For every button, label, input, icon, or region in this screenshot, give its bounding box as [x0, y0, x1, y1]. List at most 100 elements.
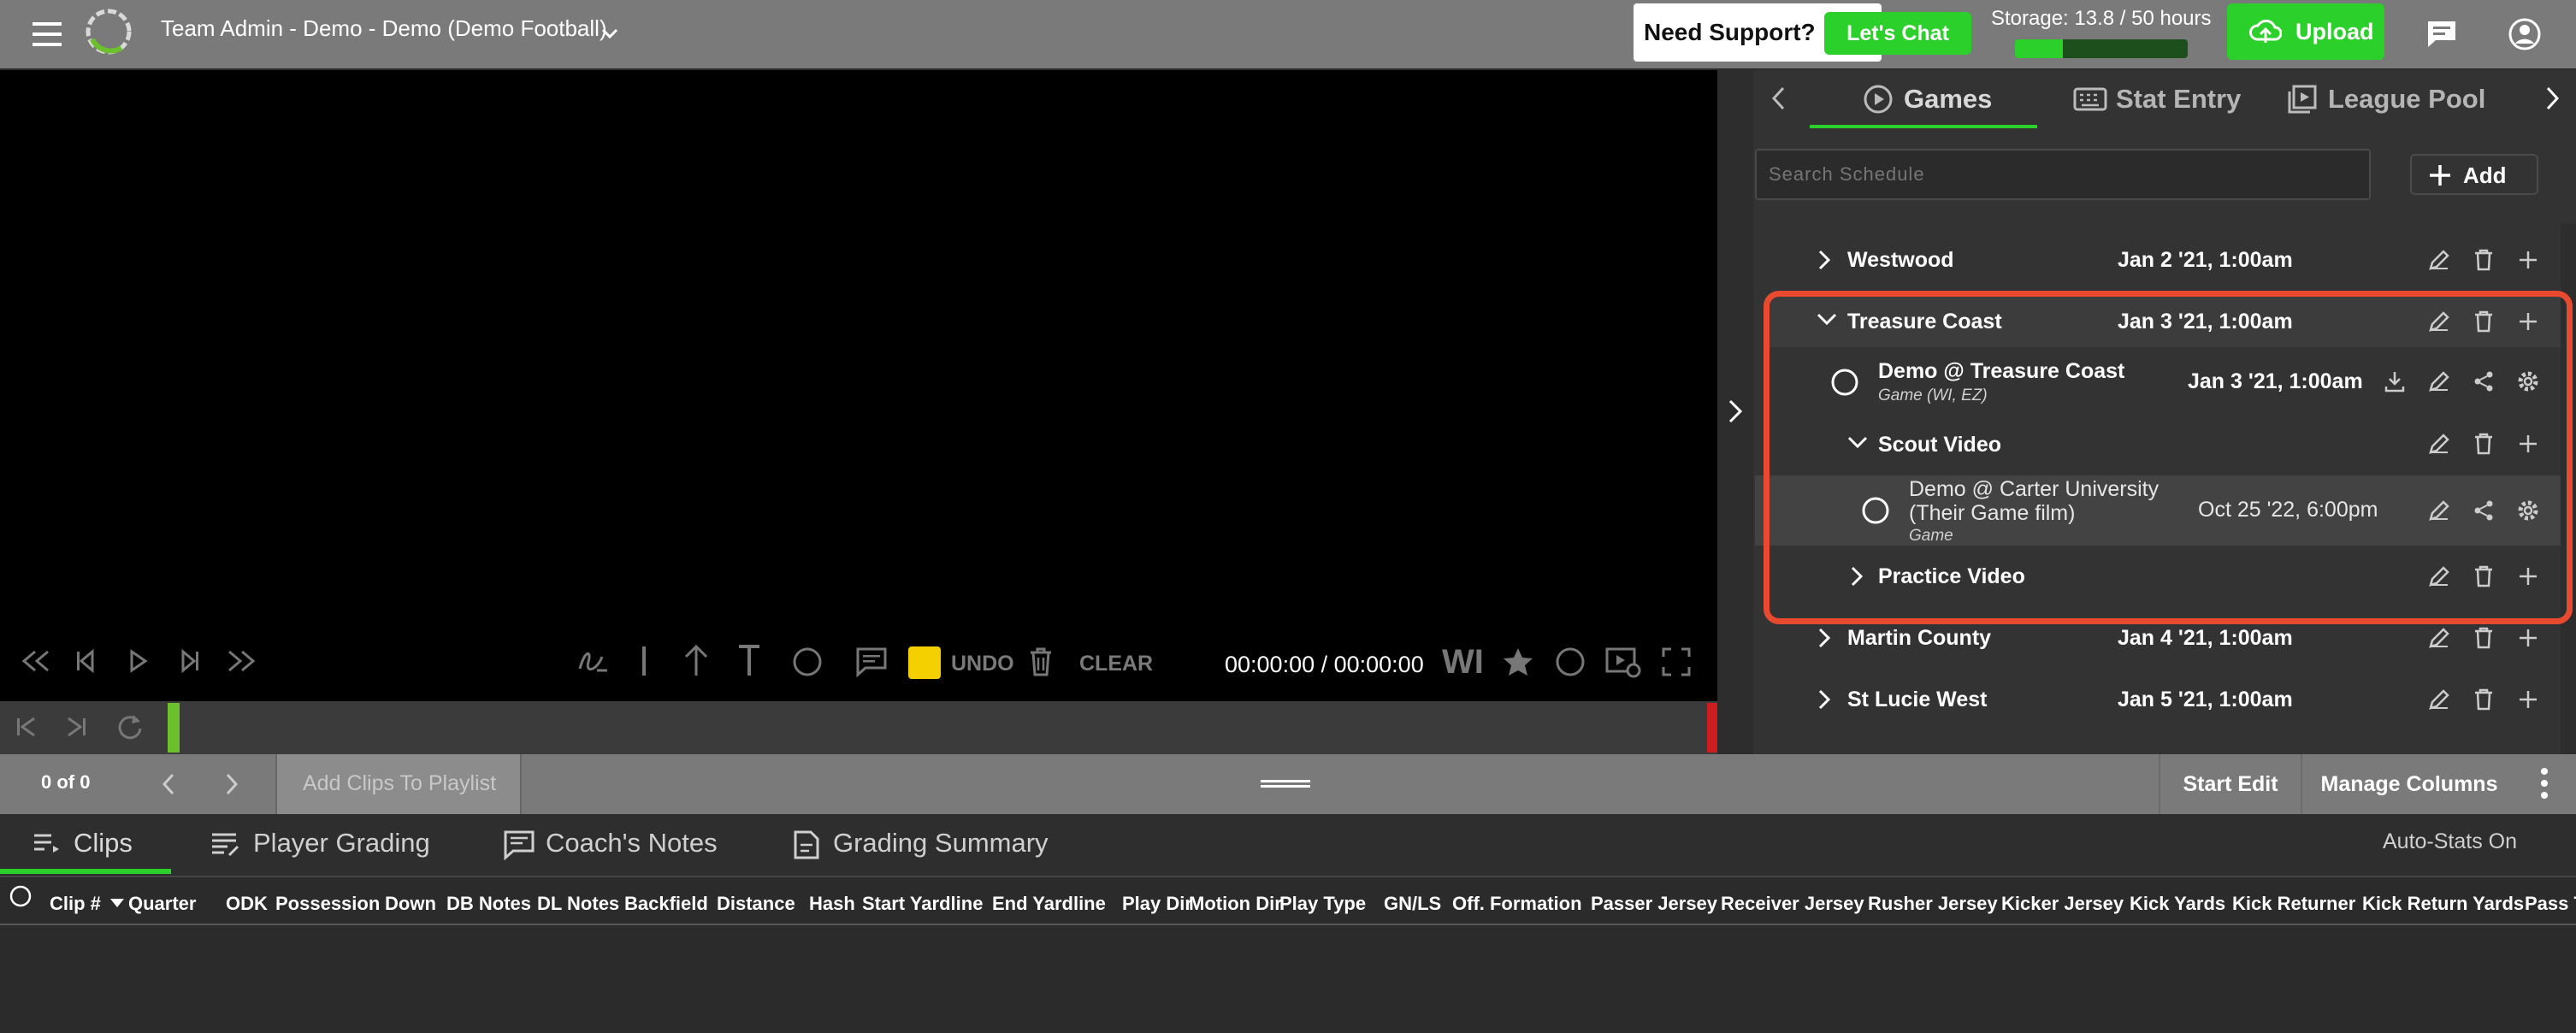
column-header[interactable]: Kicker Jersey [2001, 893, 2124, 915]
column-header[interactable]: Kick Yards [2130, 893, 2225, 915]
column-header[interactable]: Pass T [2525, 893, 2576, 915]
comment-tool-icon[interactable] [855, 646, 888, 677]
step-back-icon[interactable] [74, 648, 99, 674]
search-schedule-input[interactable] [1757, 151, 2369, 198]
video-player[interactable]: UNDO CLEAR WI [0, 70, 1717, 701]
auto-stats-toggle[interactable]: Auto-Stats On [2383, 829, 2517, 854]
add-clips-to-playlist-button[interactable]: Add Clips To Playlist [275, 754, 522, 814]
tab-coachs-notes-label: Coach's Notes [546, 828, 718, 858]
trash-icon[interactable] [2472, 626, 2496, 650]
column-header[interactable]: DL Notes [537, 893, 619, 915]
plus-icon[interactable] [2516, 688, 2540, 711]
next-chevron-icon[interactable] [221, 770, 241, 799]
timeline-end-marker[interactable] [1707, 703, 1717, 753]
freehand-draw-icon[interactable] [576, 645, 611, 677]
start-edit-button[interactable]: Start Edit [2159, 754, 2301, 814]
column-header[interactable]: Hash [809, 893, 855, 915]
column-header[interactable]: Play Type [1279, 893, 1366, 915]
tabs-next-chevron-icon[interactable] [2542, 84, 2562, 113]
edit-icon[interactable] [2427, 688, 2451, 711]
column-header[interactable]: Receiver Jersey [1721, 893, 1864, 915]
plus-icon[interactable] [2516, 626, 2540, 650]
column-header[interactable]: Passer Jersey [1591, 893, 1717, 915]
resize-handle[interactable] [1261, 780, 1310, 788]
team-title[interactable]: Team Admin - Demo - Demo (Demo Football) [161, 15, 607, 42]
row-title: Martin County [1847, 626, 1992, 650]
clear-button[interactable]: CLEAR [1079, 652, 1153, 676]
trash-icon[interactable] [1028, 646, 1054, 677]
column-header[interactable]: Play Dir [1122, 893, 1192, 915]
comment-icon [504, 830, 535, 860]
star-icon[interactable] [1502, 646, 1534, 677]
rewind-fast-icon[interactable] [21, 648, 51, 674]
prev-chevron-icon[interactable] [159, 770, 180, 799]
row-date: Jan 4 '21, 1:00am [2118, 626, 2293, 650]
tabs-prev-chevron-icon[interactable] [1769, 84, 1789, 113]
timeline-bar[interactable] [0, 701, 1717, 754]
row-date: Jan 2 '21, 1:00am [2118, 248, 2293, 272]
column-header[interactable]: Clip # [50, 893, 101, 915]
video-settings-icon[interactable] [1604, 645, 1642, 679]
step-forward-icon[interactable] [176, 648, 202, 674]
row-title: Westwood [1847, 248, 1954, 272]
t-tool-icon[interactable] [736, 643, 763, 677]
support-text: Need Support? [1644, 19, 1816, 45]
column-header[interactable]: Motion Dir [1189, 893, 1282, 915]
lets-chat-button[interactable]: Let's Chat [1824, 12, 1971, 55]
trash-icon[interactable] [2472, 248, 2496, 272]
plus-icon[interactable] [2516, 248, 2540, 272]
account-icon[interactable] [2508, 17, 2542, 51]
sort-caret-down-icon[interactable] [109, 898, 125, 908]
search-schedule-field[interactable] [1755, 149, 2371, 200]
chevron-right-icon[interactable] [1724, 397, 1746, 426]
replay-icon[interactable] [115, 711, 145, 742]
upload-label: Upload [2295, 19, 2374, 44]
trash-icon[interactable] [2472, 688, 2496, 711]
forward-fast-icon[interactable] [226, 648, 257, 674]
column-header[interactable]: End Yardline [992, 893, 1106, 915]
timeline-start-marker[interactable] [168, 703, 180, 753]
column-header[interactable]: ODK [226, 893, 268, 915]
chevron-right-icon[interactable] [1817, 626, 1832, 650]
play-icon[interactable] [127, 648, 151, 674]
fullscreen-icon[interactable] [1661, 646, 1692, 677]
line-tool-icon[interactable] [640, 645, 648, 677]
column-header[interactable]: Kick Returner [2232, 893, 2355, 915]
message-icon[interactable] [2425, 19, 2458, 50]
skip-start-icon[interactable] [14, 715, 38, 739]
tab-player-grading-label: Player Grading [253, 828, 430, 858]
column-header[interactable]: Backfield [624, 893, 708, 915]
record-circle-icon[interactable] [1555, 646, 1586, 677]
skip-end-icon[interactable] [65, 715, 89, 739]
column-header[interactable]: Kick Return Yards [2362, 893, 2524, 915]
edit-icon[interactable] [2427, 626, 2451, 650]
column-header[interactable]: DB Notes [446, 893, 531, 915]
undo-button[interactable]: UNDO [951, 652, 1014, 676]
column-header[interactable]: GN/LS [1384, 893, 1441, 915]
column-header[interactable]: Rusher Jersey [1868, 893, 1998, 915]
wi-label[interactable]: WI [1442, 643, 1484, 682]
add-button[interactable]: Add [2410, 154, 2538, 195]
column-header[interactable]: Possession [275, 893, 380, 915]
circle-tool-icon[interactable] [792, 646, 823, 677]
color-swatch[interactable] [908, 646, 941, 679]
more-options-icon[interactable] [2532, 764, 2557, 802]
arrow-tool-icon[interactable] [682, 643, 710, 677]
select-all-radio-icon[interactable] [9, 884, 32, 908]
upload-button[interactable]: Upload [2227, 3, 2384, 60]
manage-columns-button[interactable]: Manage Columns [2301, 754, 2516, 814]
column-header[interactable]: Start Yardline [862, 893, 983, 915]
column-header[interactable]: Quarter [128, 893, 196, 915]
storage-progress-bar [2015, 39, 2188, 58]
column-header[interactable]: Distance [717, 893, 795, 915]
chevron-right-icon[interactable] [1817, 248, 1832, 272]
brand-logo[interactable] [82, 5, 135, 58]
chevron-right-icon[interactable] [1817, 688, 1832, 711]
column-header[interactable]: Off. Formation [1452, 893, 1582, 915]
column-header[interactable]: Down [385, 893, 436, 915]
hamburger-menu-icon[interactable] [31, 19, 65, 50]
chevron-down-icon[interactable] [599, 22, 621, 44]
document-icon [794, 830, 819, 859]
tab-league-pool-label: League Pool [2328, 84, 2486, 114]
edit-icon[interactable] [2427, 248, 2451, 272]
